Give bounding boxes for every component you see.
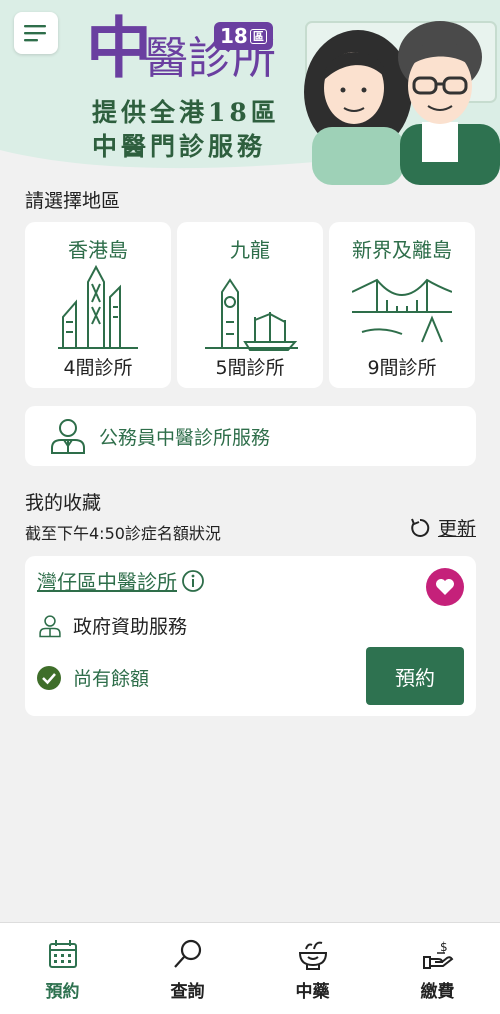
clinic-name: 灣仔區中醫診所 xyxy=(37,570,177,594)
region-section-title: 請選擇地區 xyxy=(25,190,121,212)
quota-status-label: 尚有餘額 xyxy=(73,668,150,690)
tsing-ma-bridge-icon xyxy=(352,278,452,343)
info-icon[interactable] xyxy=(181,569,205,593)
menu-button[interactable] xyxy=(14,12,58,54)
refresh-button[interactable]: 更新 xyxy=(408,514,476,541)
nav-label: 繳費 xyxy=(420,982,455,1002)
slogan: 提供全港18區 中醫門診服務 xyxy=(92,96,280,164)
search-icon xyxy=(173,939,201,968)
calendar-icon xyxy=(48,940,77,968)
favorites-subtitle: 截至下午4:50診症名額狀況 xyxy=(25,524,221,543)
region-name: 九龍 xyxy=(230,238,270,262)
refresh-icon xyxy=(411,518,430,537)
refresh-label: 更新 xyxy=(437,518,476,540)
region-card-hk-island[interactable]: 香港島 4間診所 xyxy=(25,222,171,388)
nav-item-payment[interactable]: $ 繳費 xyxy=(375,923,500,1014)
clinic-name-link[interactable]: 灣仔區中醫診所 xyxy=(37,566,205,595)
header-banner: 中 醫診所 18 區 提供全港18區 中醫門診服務 xyxy=(0,0,500,185)
heart-icon xyxy=(436,579,454,595)
book-button[interactable]: 預約 xyxy=(366,647,464,705)
nav-label: 查詢 xyxy=(170,982,205,1002)
region-card-kowloon[interactable]: 九龍 5間診所 xyxy=(177,222,323,388)
favorite-clinic-card: 灣仔區中醫診所 政府資助服務 尚有餘額 預約 xyxy=(25,556,476,716)
service-type-label: 政府資助服務 xyxy=(73,616,188,638)
herb-bowl-icon xyxy=(298,941,327,970)
nav-label: 預約 xyxy=(45,982,80,1002)
kowloon-clock-tower-icon xyxy=(205,278,298,351)
region-card-nt-islands[interactable]: 新界及離島 9間診所 xyxy=(329,222,475,388)
region-clinic-count: 4間診所 xyxy=(63,357,133,379)
favorites-title: 我的收藏 xyxy=(25,492,102,514)
logo-badge-suffix: 區 xyxy=(249,29,267,44)
check-circle-icon xyxy=(37,665,61,690)
civil-service-label: 公務員中醫診所服務 xyxy=(99,426,271,449)
doctors-illustration xyxy=(304,21,500,185)
logo-badge-number: 18 xyxy=(220,24,248,48)
quota-status-row: 尚有餘額 xyxy=(37,664,149,691)
person-icon xyxy=(39,614,61,637)
nav-item-search[interactable]: 查詢 xyxy=(125,923,250,1014)
region-name: 香港島 xyxy=(68,238,128,262)
logo-main-char: 中 xyxy=(86,9,152,87)
nav-item-chinese-medicine[interactable]: 中藥 xyxy=(250,923,375,1014)
service-type-row: 政府資助服務 xyxy=(37,612,187,639)
nav-item-booking[interactable]: 預約 xyxy=(0,923,125,1014)
region-clinic-count: 9間診所 xyxy=(367,357,437,379)
civil-service-clinic-button[interactable]: 公務員中醫診所服務 xyxy=(25,406,476,466)
slogan-line-2: 中醫門診服務 xyxy=(92,132,267,161)
dollar-sign: $ xyxy=(440,940,448,954)
favorite-toggle[interactable] xyxy=(426,568,464,606)
nav-label: 中藥 xyxy=(295,982,330,1002)
slogan-line-1: 提供全港18區 xyxy=(92,98,280,127)
hamburger-icon xyxy=(24,25,46,42)
payment-hand-icon: $ xyxy=(422,940,453,969)
civil-servant-icon xyxy=(51,419,85,454)
hk-island-skyline-icon xyxy=(58,264,138,349)
bottom-navigation: 預約 查詢 中藥 $ 繳費 xyxy=(0,922,500,1014)
region-clinic-count: 5間診所 xyxy=(215,357,285,379)
region-name: 新界及離島 xyxy=(352,238,452,262)
logo-badge: 18 區 xyxy=(214,22,273,50)
